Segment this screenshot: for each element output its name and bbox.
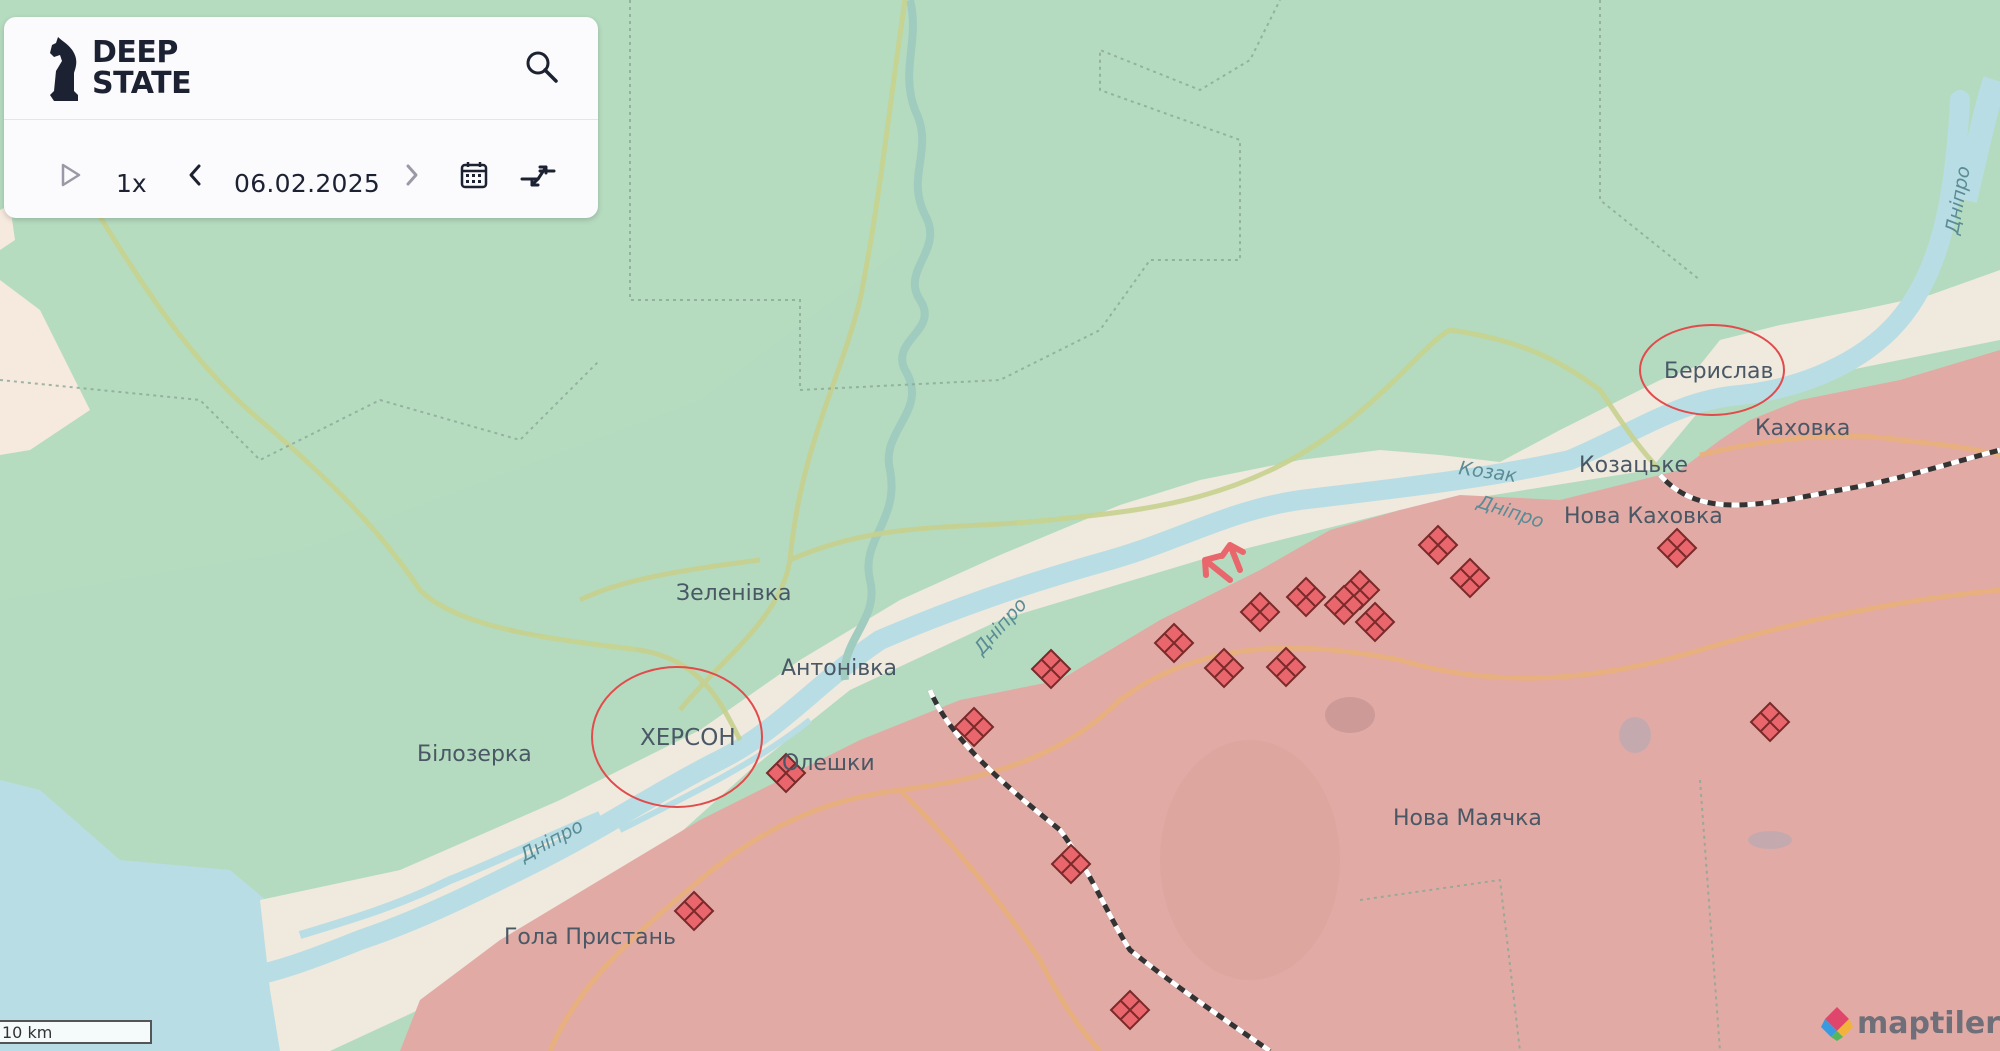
search-icon[interactable]	[522, 47, 562, 87]
date-display[interactable]: 06.02.2025	[234, 169, 380, 198]
label-zelenivka: Зеленівка	[676, 581, 791, 606]
label-kherson: ХЕРСОН	[640, 725, 736, 751]
label-nova-maiachka: Нова Маячка	[1393, 806, 1542, 831]
label-kakhovka: Каховка	[1755, 416, 1850, 441]
compare-arrows-icon[interactable]	[516, 155, 560, 195]
next-date-icon[interactable]	[397, 158, 427, 192]
label-oleshky: Олешки	[782, 751, 875, 776]
label-bilozerka: Білозерка	[417, 742, 532, 767]
logo-line2: STATE	[92, 66, 192, 101]
label-antonivka: Антонівка	[781, 656, 897, 681]
deepstate-logo[interactable]: DEEP STATE	[44, 33, 192, 103]
label-kozatske: Козацьке	[1579, 453, 1688, 478]
logo-text: DEEP STATE	[92, 35, 192, 101]
calendar-icon[interactable]	[454, 155, 494, 195]
prev-date-icon[interactable]	[180, 158, 210, 192]
panel-divider	[4, 119, 598, 120]
label-hola-prystan: Гола Пристань	[504, 925, 676, 950]
attribution-text: maptiler	[1856, 1005, 2000, 1041]
maptiler-attribution[interactable]: maptiler	[1817, 1003, 2000, 1043]
knight-icon	[50, 37, 78, 101]
play-icon[interactable]	[54, 157, 88, 193]
logo-line1: DEEP	[92, 35, 178, 70]
control-panel: DEEP STATE 1x 06.02.2025	[4, 17, 598, 218]
speed-button[interactable]: 1x	[116, 169, 147, 198]
label-nova-kakhovka: Нова Каховка	[1564, 504, 1723, 529]
maptiler-logo-icon	[1820, 1007, 1853, 1041]
label-beryslav: Берислав	[1664, 359, 1774, 384]
scale-bar: 10 km	[0, 1020, 152, 1044]
